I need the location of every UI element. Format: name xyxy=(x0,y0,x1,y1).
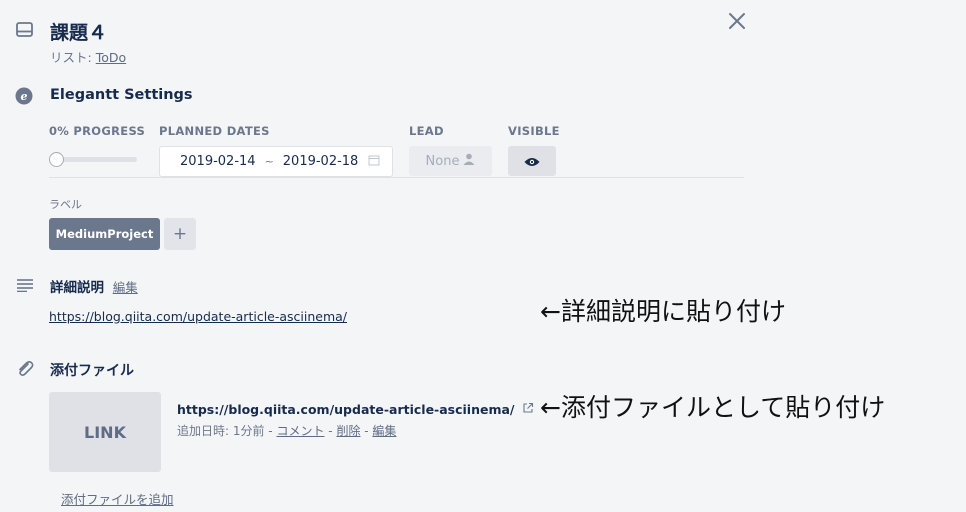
list-prefix: リスト: xyxy=(50,50,96,65)
attachment-url[interactable]: https://blog.qiita.com/update-article-as… xyxy=(177,402,515,417)
close-icon[interactable] xyxy=(727,11,747,31)
svg-text:e: e xyxy=(21,90,28,103)
list-info: リスト: ToDo xyxy=(50,47,126,66)
planned-dates-label: PLANNED DATES xyxy=(159,124,270,138)
attachment-meta: 追加日時: 1分前 - コメント - 削除 - 編集 xyxy=(177,422,396,439)
attachment-name: https://blog.qiita.com/update-article-as… xyxy=(177,402,534,417)
lead-label: LEAD xyxy=(409,124,444,138)
description-title: 詳細説明 編集 xyxy=(50,276,138,296)
progress-slider[interactable] xyxy=(49,152,137,167)
description-url[interactable]: https://blog.qiita.com/update-article-as… xyxy=(49,309,347,324)
description-edit-link[interactable]: 編集 xyxy=(113,280,138,295)
visible-label: VISIBLE xyxy=(508,124,560,138)
attachment-comment-link[interactable]: コメント xyxy=(276,424,324,438)
visible-toggle[interactable] xyxy=(508,146,556,176)
attachments-title: 添付ファイル xyxy=(50,363,134,379)
progress-label: 0% PROGRESS xyxy=(49,124,146,138)
attachment-thumbnail[interactable]: LINK xyxy=(49,392,161,472)
elegantt-logo-icon: e xyxy=(15,87,33,105)
eye-icon xyxy=(524,152,540,171)
settings-divider xyxy=(49,177,744,178)
date-separator: ~ xyxy=(264,155,274,168)
external-link-icon[interactable] xyxy=(522,402,534,417)
attachment-delete-link[interactable]: 削除 xyxy=(336,424,360,438)
description-annotation: ←詳細説明に貼り付け xyxy=(540,297,786,326)
meta-separator: - xyxy=(324,424,337,438)
labels-heading: ラベル xyxy=(49,198,82,211)
card-icon xyxy=(16,22,33,37)
label-chip[interactable]: MediumProject xyxy=(49,218,160,250)
planned-dates-field[interactable]: 2019-02-14 ~ 2019-02-18 xyxy=(159,146,393,177)
add-attachment-link[interactable]: 添付ファイルを追加 xyxy=(61,489,174,508)
paperclip-icon xyxy=(16,361,34,377)
list-link[interactable]: ToDo xyxy=(96,50,126,65)
progress-handle[interactable] xyxy=(49,152,64,167)
description-lines-icon xyxy=(17,277,33,293)
user-icon xyxy=(463,153,475,169)
end-date: 2019-02-18 xyxy=(282,154,359,169)
lead-select[interactable]: None xyxy=(409,146,492,176)
calendar-icon xyxy=(368,154,380,170)
description-heading: 詳細説明 xyxy=(50,280,104,296)
card-title[interactable]: 課題４ xyxy=(50,18,107,45)
lead-value: None xyxy=(425,153,460,169)
elegantt-title: Elegantt Settings xyxy=(50,87,193,103)
attachment-added-time: 追加日時: 1分前 - xyxy=(177,424,277,438)
start-date: 2019-02-14 xyxy=(180,154,256,169)
attachment-annotation: ←添付ファイルとして貼り付け xyxy=(540,393,886,422)
add-label-button[interactable]: + xyxy=(164,218,196,250)
meta-separator: - xyxy=(360,424,373,438)
attachment-edit-link[interactable]: 編集 xyxy=(372,424,396,438)
